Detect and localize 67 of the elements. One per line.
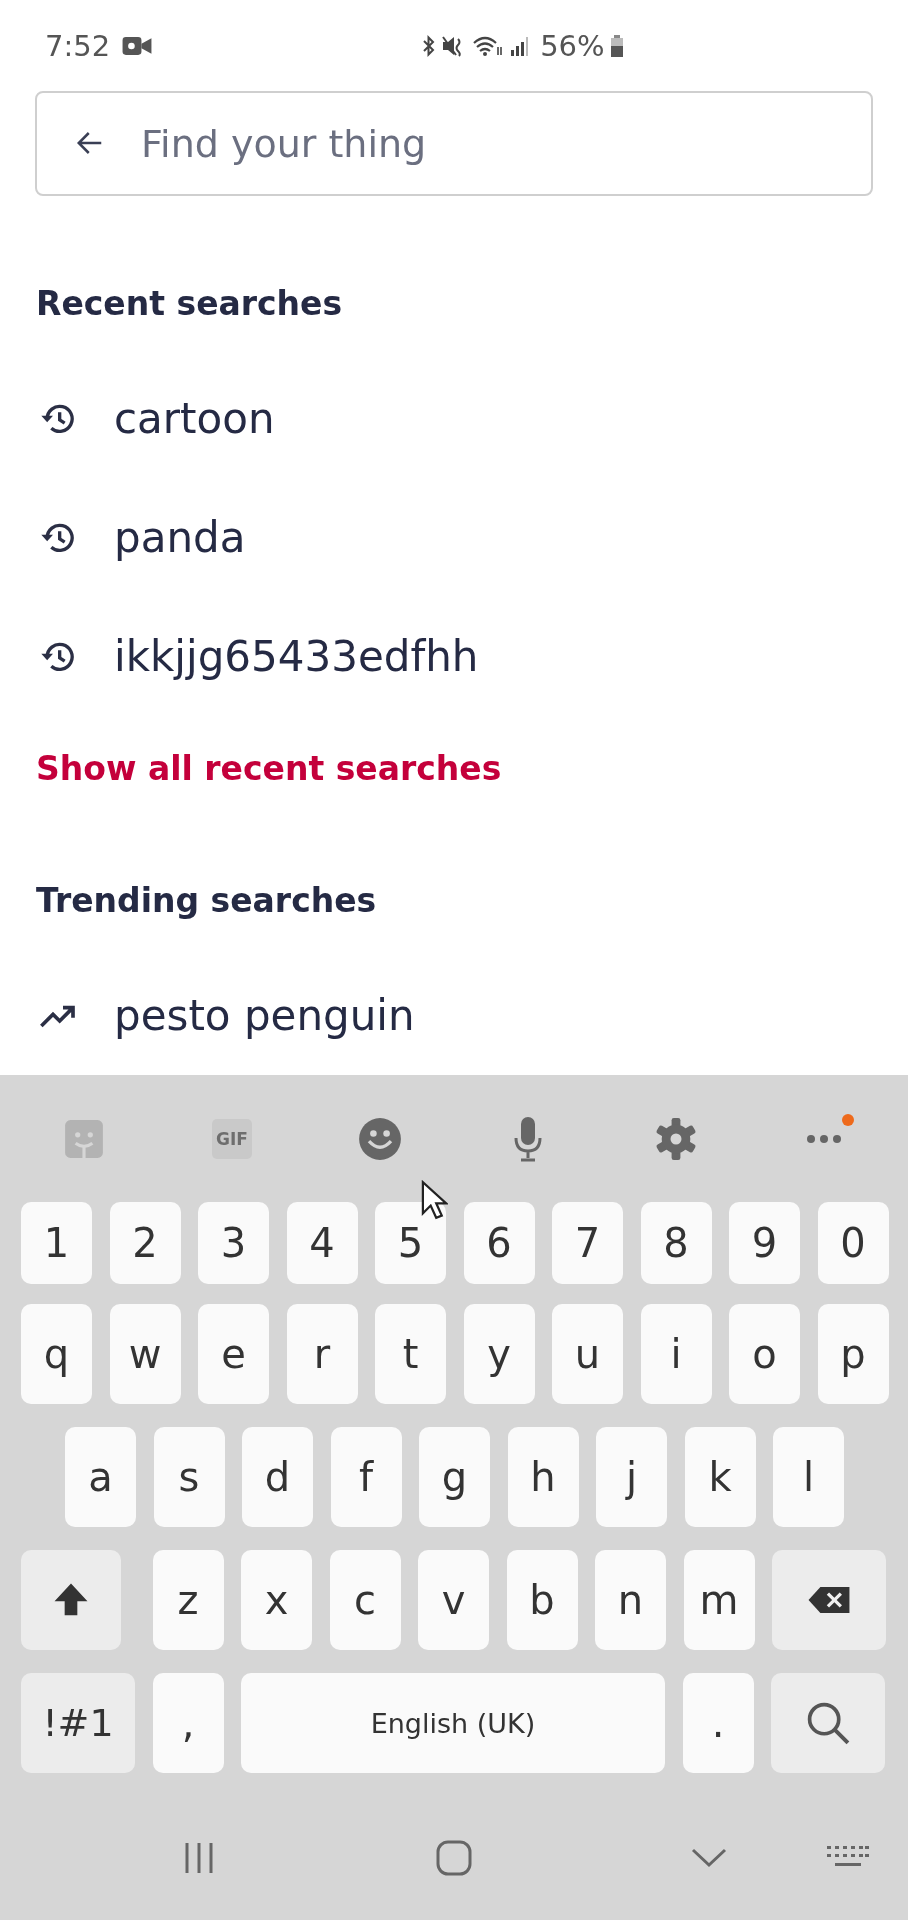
video-camera-icon [122,35,153,56]
home-icon[interactable] [436,1840,472,1876]
keyboard-key[interactable]: , [152,1673,224,1773]
search-history-item[interactable]: ikkjjg65433edfhh [0,597,908,716]
keyboard-key[interactable]: 9 [729,1202,800,1284]
keyboard-key[interactable]: f [330,1427,402,1527]
symbols-key[interactable]: !#1 [21,1673,135,1773]
section-heading: Trending searches [35,881,378,921]
keyboard-key[interactable]: t [375,1304,446,1404]
keyboard-key[interactable]: y [463,1304,535,1404]
keyboard-key[interactable]: k [684,1427,756,1527]
keyboard-key[interactable]: 7 [552,1202,623,1284]
backspace-icon [807,1586,851,1614]
settings-icon[interactable] [654,1116,698,1161]
keyboard-key[interactable]: n [595,1550,666,1650]
keyboard-key[interactable]: e [198,1304,269,1404]
keyboard-key[interactable]: w [109,1304,181,1404]
keyboard-key[interactable]: d [242,1427,313,1527]
keyboard-key[interactable]: b [506,1550,578,1650]
search-key[interactable] [771,1673,885,1773]
keyboard-key[interactable]: 5 [375,1202,446,1284]
trending-search-item[interactable]: pesto penguin [0,956,908,1075]
wifi-icon [472,34,505,57]
keyboard-key[interactable]: o [729,1304,800,1404]
battery-icon [610,34,623,57]
battery-percent: 56% [540,28,605,63]
keyboard-key[interactable]: p [817,1304,889,1404]
search-history-item[interactable]: panda [0,478,908,597]
keyboard-key[interactable]: g [419,1427,490,1527]
microphone-icon[interactable] [513,1115,543,1162]
keyboard-key[interactable]: 4 [286,1202,358,1284]
search-field[interactable]: Find your thing [35,91,873,196]
keyboard-key[interactable]: 3 [198,1202,269,1284]
keyboard-key[interactable]: i [640,1304,712,1404]
more-icon[interactable] [806,1133,842,1144]
show-all-link[interactable]: Show all recent searches [36,749,502,789]
keyboard-key[interactable]: l [773,1427,844,1527]
keyboard-key[interactable]: x [241,1550,312,1650]
keyboard-key[interactable]: 8 [640,1202,712,1284]
keyboard-key[interactable]: v [418,1550,489,1650]
mouse-pointer-icon [420,1180,448,1220]
shift-key[interactable] [21,1550,121,1650]
keyboard-key[interactable]: a [65,1427,136,1527]
keyboard-key[interactable]: 2 [109,1202,181,1284]
emoji-icon[interactable] [358,1116,402,1161]
keyboard-key[interactable]: s [153,1427,225,1527]
keyboard-key[interactable]: 6 [463,1202,535,1284]
keyboard-key[interactable]: 1 [21,1202,92,1284]
section-heading: Recent searches [35,284,344,324]
search-history-item[interactable]: cartoon [0,359,908,478]
keyboard-key[interactable]: c [329,1550,401,1650]
keyboard-key[interactable]: . [682,1673,754,1773]
status-time: 7:52 [45,28,111,63]
chevron-down-icon[interactable] [691,1848,727,1868]
keyboard-key[interactable]: m [683,1550,755,1650]
keyboard-key[interactable]: r [286,1304,358,1404]
space-key[interactable]: English (UK) [241,1673,665,1773]
keyboard-key[interactable]: u [552,1304,623,1404]
keyboard-key[interactable]: h [507,1427,579,1527]
keyboard-key[interactable]: j [596,1427,667,1527]
keyboard-key[interactable]: q [21,1304,92,1404]
bluetooth-icon [422,34,437,57]
backspace-key[interactable] [772,1550,886,1650]
search-icon [805,1700,851,1746]
keyboard-key[interactable]: 0 [817,1202,889,1284]
keyboard-key[interactable]: z [152,1550,224,1650]
signal-icon [510,34,531,57]
